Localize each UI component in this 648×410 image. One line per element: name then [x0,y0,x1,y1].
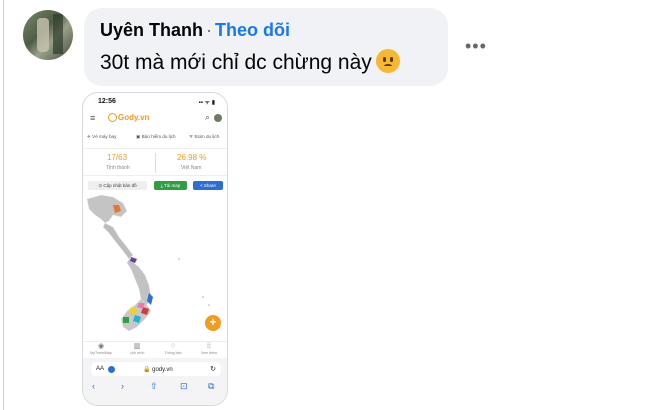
nav-label: Xem thêm [200,351,218,355]
grid-icon: ⁞⁞ [207,343,211,350]
map-island-dot [208,304,210,306]
status-time: 12:56 [98,98,116,105]
separator: · [206,20,213,40]
comment-body: 30t mà mới chỉ dc chừng này [100,51,372,74]
provinces-value: 17/63 [107,153,128,162]
app-header: ≡ Gody.vn ⌕ [83,110,227,126]
service-tabs: ✈ Vé máy bay ▣ Bảo hiểm du lịch ᯤ Esim d… [83,131,227,143]
nav-itinerary[interactable]: ▥ Lịch trình [123,343,151,355]
safari-bar: AA 🔒 gody.vn ↻ ‹ › ⇧ ⊡ ⧉ [83,358,227,405]
comment-thread: Uyên Thanh · Theo dõi 30t mà mới chỉ dc ch… [0,0,648,410]
gody-logo[interactable]: Gody.vn [108,113,149,122]
comment-text: 30t mà mới chỉ dc chừng này [100,49,400,75]
author-name[interactable]: Uyên Thanh [100,20,203,40]
nav-more[interactable]: ⁞⁞ Xem thêm [195,343,223,355]
download-map-button[interactable]: ⤓ Tải map [154,181,187,190]
status-bar: 12:56 ▪▪ ᯤ ▮ [83,93,227,109]
stats-row: 17/63 Tỉnh thành 26.98 % Việt Nam [83,148,227,176]
tabs-icon[interactable]: ⧉ [208,381,214,392]
map-paracel-islands [178,258,180,260]
more-options-icon[interactable]: ••• [465,36,487,57]
provinces-label: Tỉnh thành [106,165,130,171]
forward-icon[interactable]: › [121,381,124,391]
screenshot-attachment[interactable]: 12:56 ▪▪ ᯤ ▮ ≡ Gody.vn ⌕ ✈ Vé máy bay ▣ … [82,92,228,406]
comment-bubble: Uyên Thanh · Theo dõi 30t mà mới chỉ dc ch… [84,8,448,86]
tab-esim[interactable]: ᯤ Esim du lịch [189,134,219,140]
extension-icon[interactable] [108,365,115,373]
frowning-face-emoji-icon [375,49,400,73]
comment-header: Uyên Thanh · Theo dõi [100,20,290,41]
back-icon[interactable]: ‹ [92,381,95,391]
add-fab-button[interactable]: + [205,315,221,331]
status-icons: ▪▪ ᯤ ▮ [198,100,215,106]
nav-notifications[interactable]: ♢ Thông báo [159,343,187,355]
nav-label: Thông báo [164,351,182,355]
share-button[interactable]: < Share [193,181,223,190]
nav-label: Lịch trình [129,351,145,355]
nav-label: MyTravelMap [90,351,112,355]
map-actions: ⊙ Cập nhật bản đồ ⤓ Tải map < Share [83,181,227,191]
tab-insurance[interactable]: ▣ Bảo hiểm du lịch [136,134,176,140]
user-avatar-icon[interactable] [214,114,222,122]
map-pin-icon: ◉ [97,343,105,350]
avatar[interactable] [23,10,73,60]
logo-text: Gody.vn [118,113,150,122]
map-visited-south-4 [123,317,129,323]
bottom-nav: ◉ MyTravelMap ▥ Lịch trình ♢ Thông báo ⁞⁞ Xe… [83,341,227,357]
search-icon[interactable]: ⌕ [205,112,210,123]
address-bar[interactable]: AA 🔒 gody.vn ↻ [91,362,221,376]
stats-divider [155,153,156,173]
update-map-button[interactable]: ⊙ Cập nhật bản đồ [88,181,147,190]
reload-icon[interactable]: ↻ [210,365,216,373]
vietnam-label: Việt Nam [181,165,202,171]
thread-line [3,0,4,410]
bookmarks-icon[interactable]: ⊡ [180,381,188,392]
map-north-central [102,222,134,260]
tab-flights[interactable]: ✈ Vé máy bay [87,134,116,140]
share-icon[interactable]: ⇧ [150,381,158,392]
url-text: 🔒 gody.vn [143,367,173,373]
map-icon: ▥ [133,343,141,350]
reader-aa-button[interactable]: AA [96,366,104,372]
nav-mytravelmap[interactable]: ◉ MyTravelMap [87,343,115,355]
bell-icon: ♢ [169,343,177,350]
map-north-region [86,194,128,224]
map-spratly-islands [202,296,204,298]
menu-icon[interactable]: ≡ [90,113,95,123]
follow-link[interactable]: Theo dõi [215,20,290,40]
map-central-coast [126,258,152,306]
vietnam-percent-value: 26.98 % [177,153,207,162]
